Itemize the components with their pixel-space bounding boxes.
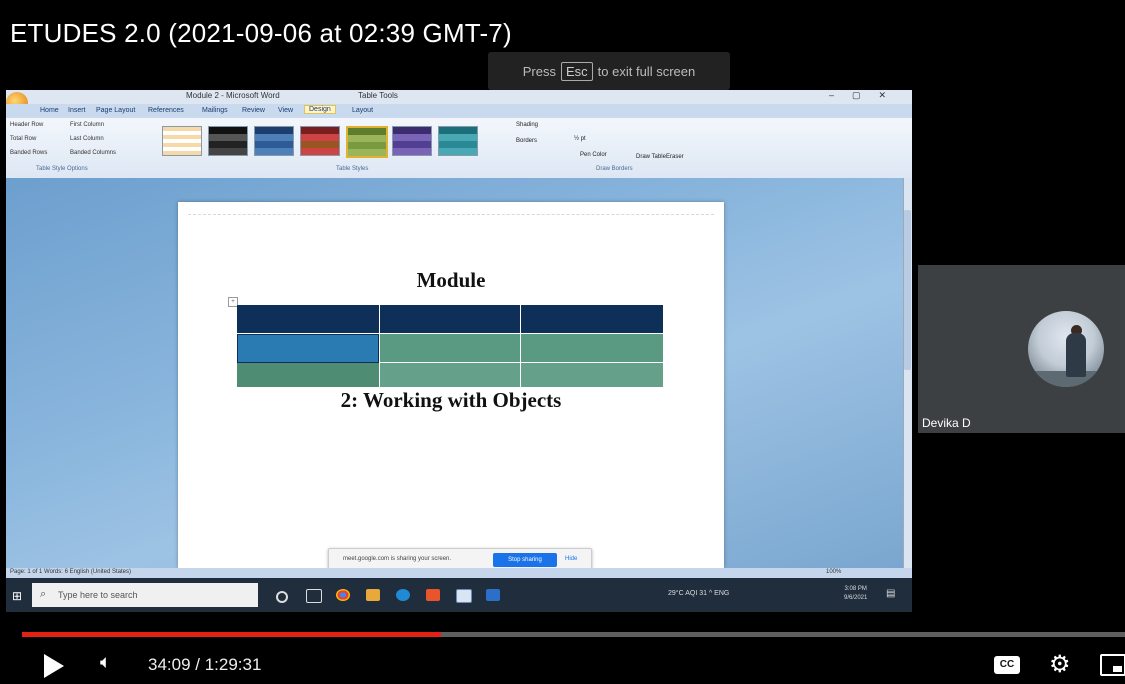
esc-key: Esc (561, 61, 593, 81)
tab-view[interactable]: View (278, 107, 293, 114)
taskbar-clock[interactable]: 3:08 PM 9/6/2021 (844, 585, 867, 603)
word-status-bar: Page: 1 of 1 Words: 6 English (United St… (6, 568, 912, 578)
header-line (188, 214, 714, 215)
stop-sharing-button[interactable]: Stop sharing (493, 553, 557, 567)
shared-screen: Module 2 - Microsoft Word Table Tools –▢… (6, 90, 912, 612)
status-left: Page: 1 of 1 Words: 6 English (United St… (10, 569, 131, 575)
file-explorer-icon[interactable] (366, 589, 380, 601)
table-cell[interactable] (521, 305, 663, 333)
table-style-swatch[interactable] (438, 126, 478, 156)
progress-fill[interactable] (22, 632, 441, 637)
table-style-swatch[interactable] (254, 126, 294, 156)
table-cell-selected[interactable] (237, 334, 379, 363)
page-subtitle: 2: Working with Objects (340, 388, 562, 412)
esc-hint-prefix: Press (522, 63, 556, 79)
scroll-thumb[interactable] (904, 210, 911, 370)
word-taskbar-icon[interactable] (456, 589, 472, 603)
taskbar-search[interactable]: ⌕ Type here to search (32, 583, 258, 607)
pen-weight[interactable]: ½ pt (574, 136, 586, 142)
tab-layout[interactable]: Layout (352, 107, 373, 114)
hide-button[interactable]: Hide (565, 556, 577, 562)
table-tools-title: Table Tools (358, 91, 398, 100)
draw-table-button[interactable]: Draw Table (636, 154, 666, 160)
captions-button[interactable]: CC (994, 656, 1020, 674)
esc-hint-suffix: to exit full screen (597, 63, 696, 79)
edge-icon[interactable] (396, 589, 410, 601)
borders-button[interactable]: Borders (516, 138, 537, 144)
system-tray[interactable]: 29°C AQI 31 ^ ENG (668, 590, 729, 597)
office-icon[interactable] (426, 589, 440, 601)
pen-color[interactable]: Pen Color (580, 152, 607, 158)
option-last-column[interactable]: Last Column (70, 136, 104, 142)
word-doc-title: Module 2 - Microsoft Word (186, 91, 280, 100)
exit-fullscreen-hint: Press Esc to exit full screen (488, 52, 730, 90)
cortana-icon[interactable] (276, 591, 288, 603)
document-page[interactable]: Module + 2: Working with Objects (178, 202, 724, 568)
time-display: 34:09 / 1:29:31 (148, 655, 262, 674)
sharing-text: meet.google.com is sharing your screen. (343, 556, 452, 562)
participant-tile: Devika D (918, 265, 1125, 433)
table-style-swatch[interactable] (208, 126, 248, 156)
play-icon[interactable] (44, 654, 64, 678)
eraser-button[interactable]: Eraser (666, 154, 684, 160)
clock-time: 3:08 PM (844, 586, 867, 592)
group-label-styles: Table Styles (336, 166, 369, 172)
table-style-swatch[interactable] (392, 126, 432, 156)
option-banded-rows[interactable]: Banded Rows (10, 150, 47, 156)
ribbon-tabs: Home Insert Page Layout References Maili… (6, 104, 912, 118)
table-cell[interactable] (237, 305, 379, 333)
video-title: ETUDES 2.0 (2021-09-06 at 02:39 GMT-7) (10, 18, 512, 48)
tab-insert[interactable]: Insert (68, 107, 86, 114)
chrome-icon[interactable] (336, 589, 350, 601)
notifications-icon[interactable]: ▤ (886, 588, 895, 599)
tab-page-layout[interactable]: Page Layout (96, 107, 135, 114)
page-title: Module (416, 268, 486, 292)
option-header-row[interactable]: Header Row (10, 122, 43, 128)
miniplayer-icon[interactable] (1100, 654, 1125, 676)
table-cell[interactable] (521, 363, 663, 387)
tab-design[interactable]: Design (304, 105, 336, 114)
participant-name: Devika D (922, 416, 971, 430)
group-label-borders: Draw Borders (596, 166, 633, 172)
table-style-swatch-selected[interactable] (346, 126, 388, 158)
tab-home[interactable]: Home (40, 107, 59, 114)
gear-icon[interactable]: ⚙︎ (1049, 650, 1071, 679)
option-first-column[interactable]: First Column (70, 122, 104, 128)
volume-icon[interactable]: 🔈︎ (100, 652, 111, 674)
table-style-swatch[interactable] (300, 126, 340, 156)
avatar (1028, 311, 1104, 387)
table-cell[interactable] (380, 363, 520, 387)
tab-references[interactable]: References (148, 107, 184, 114)
word-table[interactable] (237, 305, 663, 387)
task-view-icon[interactable] (306, 589, 322, 603)
table-cell[interactable] (237, 363, 379, 387)
shading-button[interactable]: Shading (516, 122, 538, 128)
tab-mailings[interactable]: Mailings (202, 107, 228, 114)
ribbon: Header Row First Column Total Row Last C… (6, 118, 912, 179)
table-cell[interactable] (380, 305, 520, 333)
table-cell[interactable] (521, 334, 663, 362)
window-controls[interactable]: –▢✕ (829, 90, 904, 101)
table-style-swatch[interactable] (162, 126, 202, 156)
tab-review[interactable]: Review (242, 107, 265, 114)
app-taskbar-icon[interactable] (486, 589, 500, 601)
search-placeholder: Type here to search (58, 590, 138, 600)
clock-date: 9/6/2021 (844, 595, 868, 601)
windows-start-icon[interactable]: ⊞ (12, 589, 22, 603)
zoom-level[interactable]: 100% (826, 569, 841, 575)
option-banded-columns[interactable]: Banded Columns (70, 150, 116, 156)
windows-taskbar: ⊞ ⌕ Type here to search 29°C AQI 31 ^ EN… (6, 578, 912, 612)
table-cell[interactable] (380, 334, 520, 362)
word-title-bar: Module 2 - Microsoft Word Table Tools –▢… (6, 90, 912, 104)
search-icon: ⌕ (40, 588, 47, 600)
option-total-row[interactable]: Total Row (10, 136, 36, 142)
group-label-options: Table Style Options (36, 166, 88, 172)
